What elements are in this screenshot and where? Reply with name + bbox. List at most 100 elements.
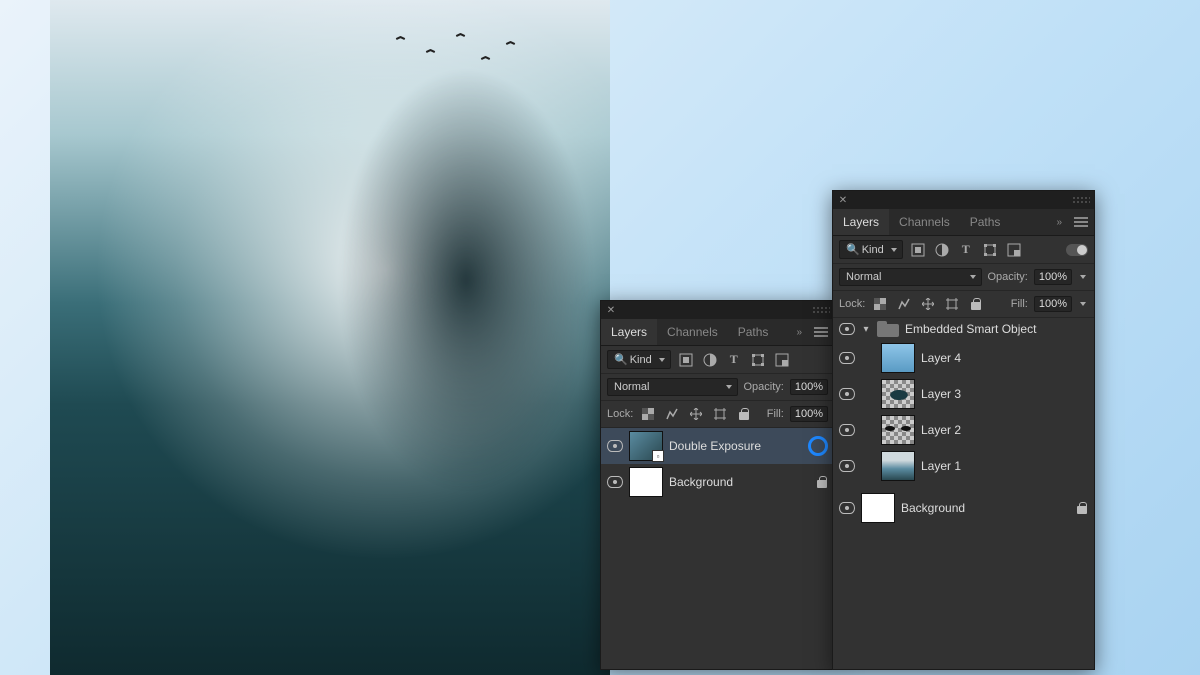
layer-name[interactable]: Double Exposure <box>669 439 802 453</box>
lock-icon[interactable] <box>816 475 828 489</box>
panel-tabs: Layers Channels Paths » <box>833 209 1094 236</box>
layer-row[interactable]: Background <box>601 464 834 500</box>
visibility-eye-icon[interactable] <box>607 440 623 452</box>
lock-position-icon[interactable] <box>687 405 705 423</box>
visibility-eye-icon[interactable] <box>607 476 623 488</box>
layer-thumbnail[interactable] <box>881 379 915 409</box>
layer-row[interactable]: Layer 2 <box>833 412 1094 448</box>
fill-caret-icon[interactable] <box>1078 297 1088 311</box>
layer-thumbnail[interactable]: ▫ <box>629 431 663 461</box>
lock-pixels-icon[interactable] <box>663 405 681 423</box>
panel-menu-icon[interactable] <box>1074 217 1088 227</box>
fill-label: Fill: <box>767 408 784 420</box>
visibility-eye-icon[interactable] <box>839 460 855 472</box>
lock-position-icon[interactable] <box>919 295 937 313</box>
lock-artboard-icon[interactable] <box>711 405 729 423</box>
tab-channels[interactable]: Channels <box>657 319 728 345</box>
layer-name[interactable]: Background <box>669 475 810 489</box>
layer-group-row[interactable]: ▾ Embedded Smart Object <box>833 318 1094 340</box>
filter-pixel-icon[interactable] <box>909 241 927 259</box>
cloud-status-ring-icon[interactable] <box>808 436 828 456</box>
blend-row: Normal Opacity: 100% <box>601 374 834 401</box>
filter-type-icon[interactable]: T <box>725 351 743 369</box>
opacity-label: Opacity: <box>744 381 784 393</box>
layer-name[interactable]: Layer 1 <box>921 459 1088 473</box>
layers-panel-front: ✕ Layers Channels Paths » 🔍Kind T Normal… <box>600 300 835 670</box>
filter-kind-dropdown[interactable]: 🔍Kind <box>607 350 671 369</box>
panel-titlebar[interactable]: ✕ <box>601 301 834 319</box>
layers-panel-back: ✕ Layers Channels Paths » 🔍Kind T <box>832 190 1095 670</box>
opacity-caret-icon[interactable] <box>1078 270 1088 284</box>
layer-name[interactable]: Background <box>901 501 1070 515</box>
filter-type-icon[interactable]: T <box>957 241 975 259</box>
layer-thumbnail[interactable] <box>861 493 895 523</box>
close-icon[interactable]: ✕ <box>837 194 849 206</box>
layer-row[interactable]: ▫ Double Exposure <box>601 428 834 464</box>
filter-kind-dropdown[interactable]: 🔍Kind <box>839 240 903 259</box>
visibility-eye-icon[interactable] <box>839 323 855 335</box>
opacity-value[interactable]: 100% <box>1034 269 1072 285</box>
fill-value[interactable]: 100% <box>790 406 828 422</box>
layer-thumbnail[interactable] <box>881 343 915 373</box>
filter-row: 🔍Kind T <box>833 236 1094 264</box>
layer-name[interactable]: Layer 4 <box>921 351 1088 365</box>
close-icon[interactable]: ✕ <box>605 304 617 316</box>
lock-row: Lock: Fill: 100% <box>601 401 834 428</box>
lock-all-icon[interactable] <box>735 405 753 423</box>
layer-group-name[interactable]: Embedded Smart Object <box>905 322 1088 336</box>
layer-row[interactable]: Background <box>833 490 1094 526</box>
filter-smartobject-icon[interactable] <box>1005 241 1023 259</box>
layer-row[interactable]: Layer 3 <box>833 376 1094 412</box>
layer-row[interactable]: Layer 1 <box>833 448 1094 484</box>
fill-label: Fill: <box>1011 298 1028 310</box>
panel-titlebar[interactable]: ✕ <box>833 191 1094 209</box>
lock-label: Lock: <box>839 298 865 310</box>
opacity-value[interactable]: 100% <box>790 379 828 395</box>
layer-name[interactable]: Layer 2 <box>921 423 1088 437</box>
blend-row: Normal Opacity: 100% <box>833 264 1094 291</box>
lock-pixels-icon[interactable] <box>895 295 913 313</box>
drag-handle-icon[interactable] <box>812 306 830 314</box>
lock-transparency-icon[interactable] <box>871 295 889 313</box>
smart-object-badge-icon: ▫ <box>652 450 664 462</box>
group-disclosure-icon[interactable]: ▾ <box>861 324 871 335</box>
canvas-artwork <box>50 0 610 675</box>
layer-thumbnail[interactable] <box>881 415 915 445</box>
panel-tabs: Layers Channels Paths » <box>601 319 834 346</box>
lock-all-icon[interactable] <box>967 295 985 313</box>
filter-shape-icon[interactable] <box>749 351 767 369</box>
filter-pixel-icon[interactable] <box>677 351 695 369</box>
filter-adjustment-icon[interactable] <box>701 351 719 369</box>
blend-mode-dropdown[interactable]: Normal <box>839 268 982 286</box>
filter-toggle-switch[interactable] <box>1066 244 1088 256</box>
visibility-eye-icon[interactable] <box>839 424 855 436</box>
tab-layers[interactable]: Layers <box>833 209 889 235</box>
blend-mode-dropdown[interactable]: Normal <box>607 378 738 396</box>
tab-layers[interactable]: Layers <box>601 319 657 345</box>
lock-artboard-icon[interactable] <box>943 295 961 313</box>
lock-label: Lock: <box>607 408 633 420</box>
tab-channels[interactable]: Channels <box>889 209 960 235</box>
filter-smartobject-icon[interactable] <box>773 351 791 369</box>
lock-row: Lock: Fill: 100% <box>833 291 1094 318</box>
panel-menu-icon[interactable] <box>814 327 828 337</box>
drag-handle-icon[interactable] <box>1072 196 1090 204</box>
lock-icon[interactable] <box>1076 501 1088 515</box>
visibility-eye-icon[interactable] <box>839 502 855 514</box>
collapse-chevrons-icon[interactable]: » <box>790 327 808 338</box>
fill-value[interactable]: 100% <box>1034 296 1072 312</box>
filter-adjustment-icon[interactable] <box>933 241 951 259</box>
folder-icon <box>877 321 899 337</box>
layer-list: ▾ Embedded Smart Object Layer 4 Layer 3 <box>833 318 1094 669</box>
lock-transparency-icon[interactable] <box>639 405 657 423</box>
filter-shape-icon[interactable] <box>981 241 999 259</box>
layer-thumbnail[interactable] <box>629 467 663 497</box>
layer-thumbnail[interactable] <box>881 451 915 481</box>
tab-paths[interactable]: Paths <box>960 209 1011 235</box>
layer-name[interactable]: Layer 3 <box>921 387 1088 401</box>
visibility-eye-icon[interactable] <box>839 352 855 364</box>
tab-paths[interactable]: Paths <box>728 319 779 345</box>
visibility-eye-icon[interactable] <box>839 388 855 400</box>
layer-row[interactable]: Layer 4 <box>833 340 1094 376</box>
collapse-chevrons-icon[interactable]: » <box>1050 217 1068 228</box>
